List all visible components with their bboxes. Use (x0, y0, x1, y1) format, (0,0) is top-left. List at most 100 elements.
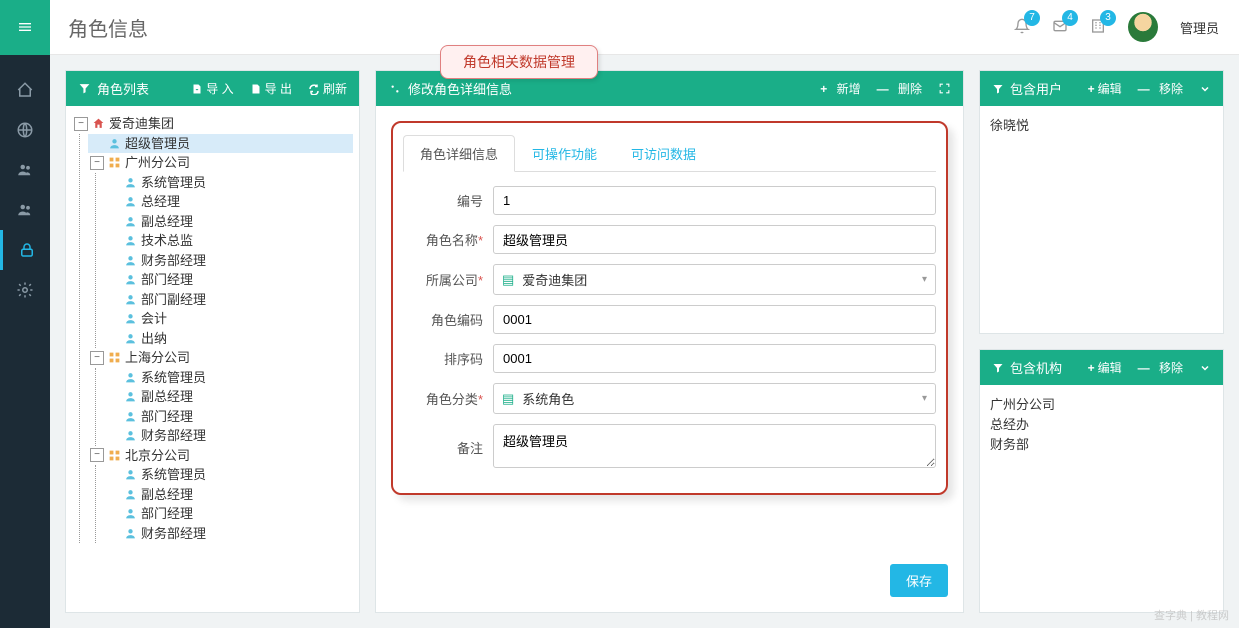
person-icon (124, 507, 137, 520)
nav-lock[interactable] (0, 230, 50, 270)
person-icon (124, 332, 137, 345)
orgs-remove-button[interactable]: — 移除 (1138, 359, 1183, 376)
expander-icon[interactable]: − (90, 448, 104, 462)
users-collapse[interactable] (1199, 83, 1211, 95)
nav-home[interactable] (0, 70, 50, 110)
select-category[interactable]: ▤系统角色▾ (493, 383, 936, 414)
tree-role[interactable]: 系统管理员 (104, 465, 353, 485)
gears-icon (388, 82, 402, 96)
fullscreen-button[interactable] (938, 82, 951, 95)
tree-role[interactable]: 会计 (104, 309, 353, 329)
person-icon (124, 273, 137, 286)
delete-button[interactable]: — 删除 (877, 80, 922, 97)
tree-role[interactable]: 技术总监 (104, 231, 353, 251)
org-icon (108, 351, 121, 364)
tree-role[interactable]: 部门经理 (104, 270, 353, 290)
label-category: 角色分类* (403, 389, 493, 408)
input-code[interactable] (493, 305, 936, 334)
label-company: 所属公司* (403, 270, 493, 289)
org-icon (108, 156, 121, 169)
label-name: 角色名称* (403, 230, 493, 249)
tree-role[interactable]: 总经理 (104, 192, 353, 212)
tree-org[interactable]: −北京分公司 (88, 446, 353, 466)
label-code: 角色编码 (403, 310, 493, 329)
tree-org[interactable]: −上海分公司 (88, 348, 353, 368)
input-remark[interactable] (493, 424, 936, 468)
chevron-down-icon: ▾ (922, 393, 927, 404)
tree-role[interactable]: 出纳 (104, 329, 353, 349)
nav-users2[interactable] (0, 190, 50, 230)
avatar[interactable] (1128, 12, 1158, 42)
label-id: 编号 (403, 191, 493, 210)
expander-icon[interactable]: − (90, 351, 104, 365)
notif-bell[interactable]: 7 (1014, 18, 1030, 37)
role-list-title: 角色列表 (97, 79, 149, 98)
list-item[interactable]: 徐晓悦 (990, 116, 1213, 136)
tree-role[interactable]: 副总经理 (104, 485, 353, 505)
callout-bubble: 角色相关数据管理 (440, 45, 598, 79)
users-remove-button[interactable]: — 移除 (1138, 80, 1183, 97)
person-icon (108, 137, 121, 150)
input-name[interactable] (493, 225, 936, 254)
page-title: 角色信息 (68, 13, 148, 42)
users-title: 包含用户 (1010, 79, 1062, 98)
doc-icon: ▤ (502, 391, 514, 407)
person-icon (124, 390, 137, 403)
notif-mail[interactable]: 4 (1052, 18, 1068, 37)
person-icon (124, 234, 137, 247)
list-item[interactable]: 总经办 (990, 415, 1213, 435)
orgs-title: 包含机构 (1010, 358, 1062, 377)
person-icon (124, 527, 137, 540)
bell-badge: 7 (1024, 10, 1040, 26)
tree-role[interactable]: 财务部经理 (104, 426, 353, 446)
tree-role[interactable]: 副总经理 (104, 387, 353, 407)
doc-icon: ▤ (502, 272, 514, 288)
refresh-button[interactable]: 刷新 (308, 80, 347, 97)
expander-icon[interactable]: − (74, 117, 88, 131)
tab-data[interactable]: 可访问数据 (614, 135, 713, 172)
tab-detail[interactable]: 角色详细信息 (403, 135, 515, 172)
tree-role[interactable]: 部门经理 (104, 504, 353, 524)
tree-org[interactable]: −广州分公司 (88, 153, 353, 173)
tree-role[interactable]: 副总经理 (104, 212, 353, 232)
person-icon (124, 176, 137, 189)
orgs-edit-button[interactable]: +编辑 (1088, 359, 1122, 376)
notif-org[interactable]: 3 (1090, 18, 1106, 37)
tab-functions[interactable]: 可操作功能 (515, 135, 614, 172)
list-item[interactable]: 财务部 (990, 435, 1213, 455)
export-button[interactable]: 导 出 (250, 80, 292, 97)
tree-role[interactable]: 超级管理员 (88, 134, 353, 154)
tree-role[interactable]: 部门副经理 (104, 290, 353, 310)
orgs-collapse[interactable] (1199, 362, 1211, 374)
import-button[interactable]: 导 入 (191, 80, 233, 97)
tree-role[interactable]: 财务部经理 (104, 524, 353, 544)
person-icon (124, 312, 137, 325)
person-icon (124, 468, 137, 481)
tree-role[interactable]: 财务部经理 (104, 251, 353, 271)
tree-root[interactable]: −爱奇迪集团 (72, 114, 353, 134)
detail-title: 修改角色详细信息 (408, 79, 512, 98)
list-item[interactable]: 广州分公司 (990, 395, 1213, 415)
tree-role[interactable]: 系统管理员 (104, 368, 353, 388)
detail-panel: 修改角色详细信息 + 新增 — 删除 角色详细信息 可操作功能 可访问数据 编号… (375, 70, 964, 613)
role-list-panel: 角色列表 导 入 导 出 刷新 −爱奇迪集团超级管理员−广州分公司系统管理员总经… (65, 70, 360, 613)
person-icon (124, 488, 137, 501)
tree-role[interactable]: 系统管理员 (104, 173, 353, 193)
menu-toggle[interactable] (0, 0, 50, 55)
input-sort[interactable] (493, 344, 936, 373)
users-edit-button[interactable]: +编辑 (1088, 80, 1122, 97)
tree-role[interactable]: 部门经理 (104, 407, 353, 427)
nav-settings[interactable] (0, 270, 50, 310)
save-button[interactable]: 保存 (890, 564, 948, 597)
admin-label[interactable]: 管理员 (1180, 18, 1219, 37)
person-icon (124, 293, 137, 306)
hamburger-icon (17, 19, 33, 35)
add-button[interactable]: + 新增 (820, 80, 860, 97)
chevron-down-icon: ▾ (922, 274, 927, 285)
select-company[interactable]: ▤爱奇迪集团▾ (493, 264, 936, 295)
nav-globe[interactable] (0, 110, 50, 150)
nav-users1[interactable] (0, 150, 50, 190)
expander-icon[interactable]: − (90, 156, 104, 170)
input-id[interactable] (493, 186, 936, 215)
filter-icon (78, 82, 91, 95)
